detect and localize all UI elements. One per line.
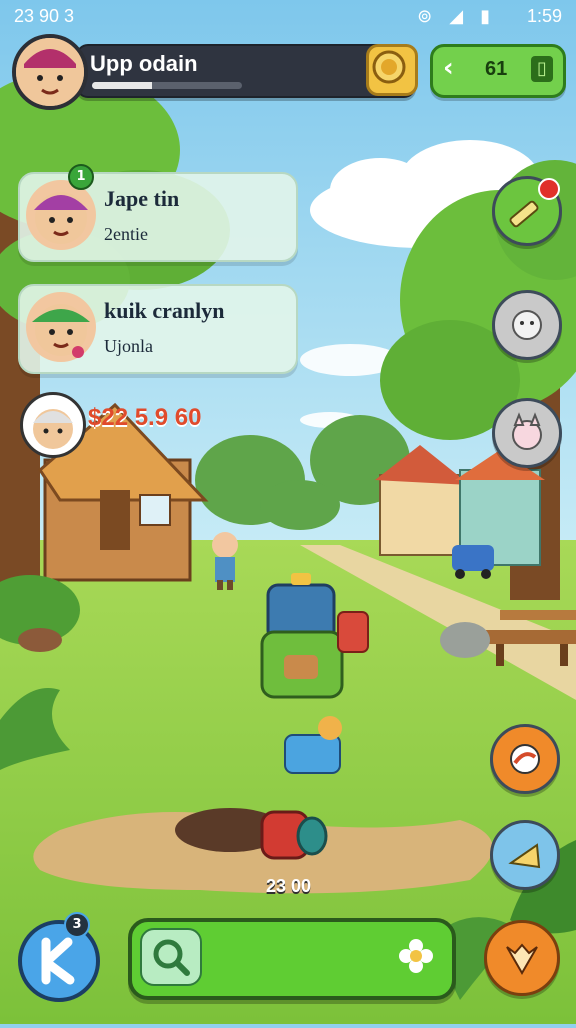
coin-button[interactable]: [366, 44, 418, 96]
signal-icon: ◢: [449, 6, 470, 26]
cat-face-icon: [512, 412, 542, 450]
search-button[interactable]: [140, 928, 202, 986]
xp-progress-bar: [92, 82, 242, 89]
status-left-text: 23 90 3: [14, 6, 75, 26]
helper-avatar[interactable]: [20, 392, 86, 458]
villager-child: [212, 532, 238, 590]
status-time: 1:59: [526, 6, 562, 26]
cheese-icon: [508, 843, 541, 869]
energy-value: 61: [485, 58, 508, 80]
coin-icon: [372, 50, 406, 84]
village-background: [0, 0, 576, 1024]
notification-dot-icon: [538, 178, 560, 200]
snack-button[interactable]: [490, 820, 560, 890]
friend-avatar: [26, 292, 96, 362]
helper-avatar-face: [33, 409, 73, 449]
status-icons: ⊚ ◢ ▮: [417, 6, 496, 27]
fox-face-icon: [506, 943, 538, 976]
action-button[interactable]: [490, 724, 560, 794]
exit-door-icon: ▯: [531, 56, 553, 82]
energy-panel[interactable]: ‹ 61 ▯: [430, 44, 566, 98]
xp-progress-fill: [92, 82, 152, 89]
friend-avatar: [26, 180, 96, 250]
player-backpack-character: [260, 573, 344, 699]
game-scene: [0, 0, 576, 1024]
status-bar: 23 90 3 ⊚ ◢ ▮ 1:59: [0, 0, 576, 34]
food-bowl-icon: [510, 744, 540, 774]
pet-menu-button[interactable]: [484, 920, 560, 996]
alarm-icon: ⊚: [417, 6, 439, 26]
friend-card-1[interactable]: 1 Jape tin 2entie: [18, 164, 298, 262]
player-avatar[interactable]: [12, 34, 88, 110]
friend-status: 2entie: [104, 224, 148, 244]
battery-icon: ▮: [480, 6, 496, 26]
friend-avatar-face: [32, 304, 90, 358]
friend-name: Jape tin: [104, 186, 180, 211]
k-button-badge: 3: [64, 912, 90, 938]
pet-button-1[interactable]: [492, 290, 562, 360]
friend-badge: 1: [68, 164, 94, 190]
player-name: Upp odain: [90, 51, 198, 76]
friend-card-2[interactable]: kuik cranlyn Ujonla: [18, 284, 298, 374]
friend-name: kuik cranlyn: [104, 298, 225, 323]
player-name-bar[interactable]: Upp odain: [76, 44, 416, 98]
back-arrow-icon: ‹: [443, 53, 454, 83]
pet-button-2[interactable]: [492, 398, 562, 468]
flower-icon: [399, 939, 433, 973]
friend-avatar-face: [34, 192, 88, 244]
search-icon: [153, 939, 190, 976]
animal-face-icon: [512, 310, 542, 340]
ground-amount: 23 00: [266, 876, 312, 896]
player-avatar-face: [16, 38, 84, 106]
friend-status: Ujonla: [104, 336, 153, 356]
search-bar[interactable]: [128, 918, 456, 1000]
score-text: $22 5.9 60: [88, 404, 202, 431]
